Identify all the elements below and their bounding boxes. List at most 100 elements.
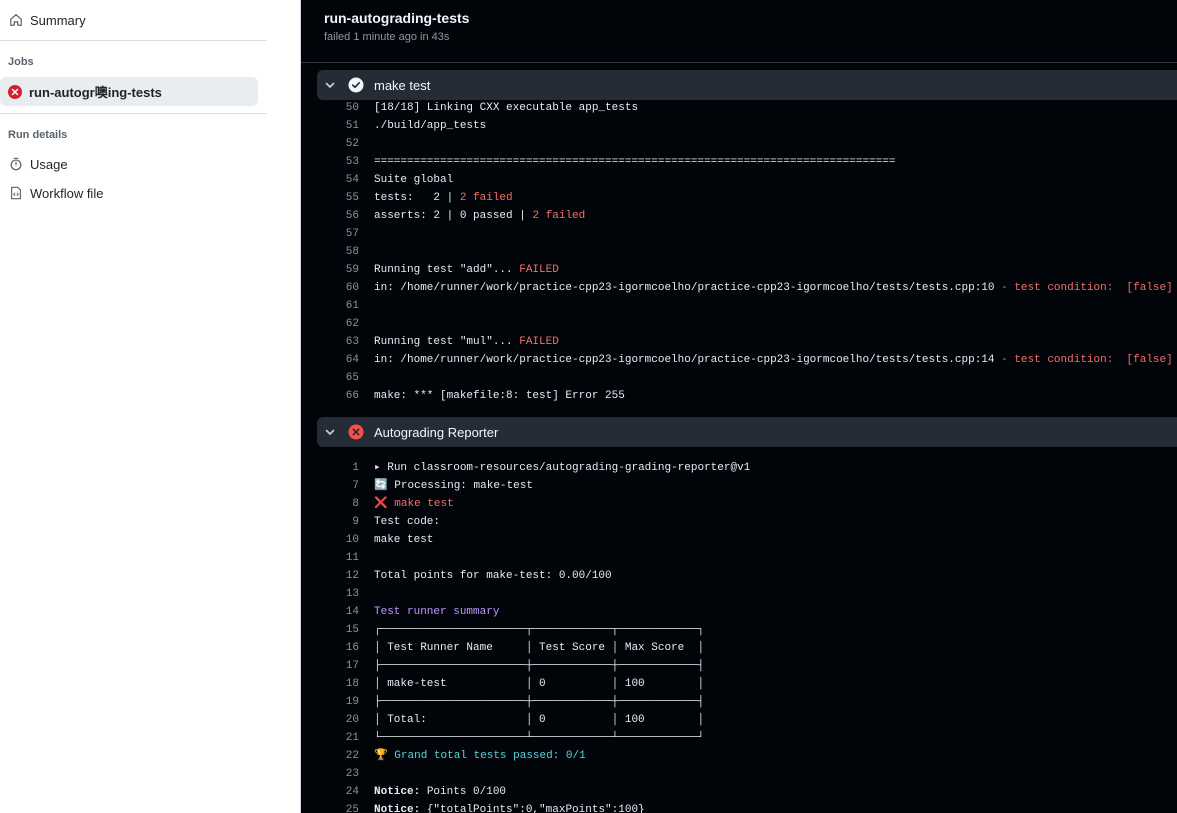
line-number[interactable]: 21	[301, 729, 359, 747]
line-number[interactable]: 64	[301, 351, 359, 369]
sidebar-item-job[interactable]: run-autogr噢ing-tests	[0, 77, 258, 106]
step-make-test[interactable]: make test	[317, 70, 1177, 100]
line-text: [18/18] Linking CXX executable app_tests	[374, 102, 639, 114]
log-line: 54 Suite global	[301, 171, 1177, 189]
line-number[interactable]: 15	[301, 621, 359, 639]
line-number[interactable]: 13	[301, 585, 359, 603]
log-line: 16 │ Test Runner Name │ Test Score │ Max …	[301, 639, 1177, 657]
line-text: ├──────────────────────┼────────────┼───…	[374, 660, 705, 672]
line-text-part: in: /home/runner/work/practice-cpp23-igo…	[374, 354, 1002, 366]
line-number[interactable]: 62	[301, 315, 359, 333]
line-text: ▸ Run classroom-resources/autograding-gr…	[374, 462, 751, 474]
stopwatch-icon	[8, 156, 24, 172]
step-autograding-reporter[interactable]: Autograding Reporter	[317, 417, 1177, 447]
line-number[interactable]: 8	[301, 495, 359, 513]
log-line: 61	[301, 297, 1177, 315]
log-line: 12 Total points for make-test: 0.00/100	[301, 567, 1177, 585]
log-line: 25 Notice: {"totalPoints":0,"maxPoints":1…	[301, 801, 1177, 813]
x-circle-icon	[348, 424, 364, 440]
log-line: 17 ├──────────────────────┼────────────┼─…	[301, 657, 1177, 675]
chevron-down-icon	[324, 79, 340, 91]
job-title: run-autograding-tests	[324, 10, 470, 26]
log-line: 50 [18/18] Linking CXX executable app_tes…	[301, 99, 1177, 117]
home-icon	[8, 12, 24, 28]
failure-text: - test condition: [false]	[1001, 282, 1173, 294]
log-line: 15 ┌──────────────────────┬────────────┬─…	[301, 621, 1177, 639]
line-text: 🏆 Grand total tests passed: 0/1	[374, 750, 586, 762]
line-text: │ make-test │ 0 │ 100 │	[374, 678, 705, 690]
log-line: 9 Test code:	[301, 513, 1177, 531]
job-status-text: failed 1 minute ago in 43s	[324, 31, 450, 43]
log-line: 58	[301, 243, 1177, 261]
log-line: 52	[301, 135, 1177, 153]
line-number[interactable]: 11	[301, 549, 359, 567]
line-text: ./build/app_tests	[374, 120, 487, 132]
line-text: 🔄 Processing: make-test	[374, 480, 533, 492]
line-number[interactable]: 52	[301, 135, 359, 153]
line-text: │ Total: │ 0 │ 100 │	[374, 714, 705, 726]
line-number[interactable]: 17	[301, 657, 359, 675]
line-number[interactable]: 53	[301, 153, 359, 171]
sidebar-item-usage[interactable]: Usage	[0, 149, 68, 179]
line-number[interactable]: 18	[301, 675, 359, 693]
line-text: ❌ make test	[374, 498, 454, 510]
log-line: 59 Running test "add"... FAILED	[301, 261, 1177, 279]
sidebar-workflow-label: Workflow file	[30, 185, 104, 201]
line-number[interactable]: 56	[301, 207, 359, 225]
line-number[interactable]: 16	[301, 639, 359, 657]
job-log-panel: run-autograding-tests failed 1 minute ag…	[301, 0, 1177, 813]
line-number[interactable]: 24	[301, 783, 359, 801]
line-number[interactable]: 12	[301, 567, 359, 585]
line-number[interactable]: 66	[301, 387, 359, 405]
sidebar-summary-label: Summary	[30, 12, 86, 28]
log-line: 64 in: /home/runner/work/practice-cpp23-i…	[301, 351, 1177, 369]
step-name: Autograding Reporter	[374, 424, 499, 440]
log-line: 22 🏆 Grand total tests passed: 0/1	[301, 747, 1177, 765]
line-number[interactable]: 60	[301, 279, 359, 297]
line-text: make: *** [makefile:8: test] Error 255	[374, 390, 625, 402]
file-code-icon	[8, 185, 24, 201]
line-number[interactable]: 22	[301, 747, 359, 765]
log-line: 53 ======================================…	[301, 153, 1177, 171]
log-line: 19 ├──────────────────────┼────────────┼─…	[301, 693, 1177, 711]
line-number[interactable]: 63	[301, 333, 359, 351]
line-number[interactable]: 23	[301, 765, 359, 783]
sidebar-item-workflow-file[interactable]: Workflow file	[0, 178, 103, 208]
line-text: tests: 2 | 2 failed	[374, 189, 513, 207]
sidebar-job-label: run-autogr噢ing-tests	[29, 85, 162, 100]
line-number[interactable]: 55	[301, 189, 359, 207]
line-number[interactable]: 54	[301, 171, 359, 189]
log-autograding-reporter: 1 ▸ Run classroom-resources/autograding-g…	[301, 459, 1177, 813]
line-number[interactable]: 14	[301, 603, 359, 621]
line-text: Notice: {"totalPoints":0,"maxPoints":100…	[374, 801, 645, 813]
sidebar-divider	[0, 40, 267, 41]
line-number[interactable]: 59	[301, 261, 359, 279]
line-number[interactable]: 58	[301, 243, 359, 261]
line-number[interactable]: 20	[301, 711, 359, 729]
failure-text: - test condition: [false]	[1001, 354, 1173, 366]
line-number[interactable]: 25	[301, 801, 359, 813]
line-number[interactable]: 65	[301, 369, 359, 387]
line-number[interactable]: 9	[301, 513, 359, 531]
line-number[interactable]: 51	[301, 117, 359, 135]
line-number[interactable]: 19	[301, 693, 359, 711]
line-number[interactable]: 1	[301, 459, 359, 477]
line-text: Total points for make-test: 0.00/100	[374, 570, 612, 582]
log-line: 10 make test	[301, 531, 1177, 549]
run-details-heading: Run details	[8, 129, 68, 141]
line-number[interactable]: 10	[301, 531, 359, 549]
step-name: make test	[374, 77, 431, 93]
line-number[interactable]: 7	[301, 477, 359, 495]
line-number[interactable]: 57	[301, 225, 359, 243]
line-number[interactable]: 61	[301, 297, 359, 315]
line-number[interactable]: 50	[301, 99, 359, 117]
line-text: ========================================…	[374, 156, 896, 168]
log-line: 65	[301, 369, 1177, 387]
line-text: Test runner summary	[374, 606, 500, 618]
sidebar-item-summary[interactable]: Summary	[0, 5, 86, 35]
log-line: 13	[301, 585, 1177, 603]
line-text: in: /home/runner/work/practice-cpp23-igo…	[374, 279, 1173, 297]
failure-text: FAILED	[519, 264, 559, 276]
line-text: Running test "mul"... FAILED	[374, 333, 559, 351]
sidebar: Summary Jobs run-autogr噢ing-tests Run de…	[0, 0, 301, 813]
